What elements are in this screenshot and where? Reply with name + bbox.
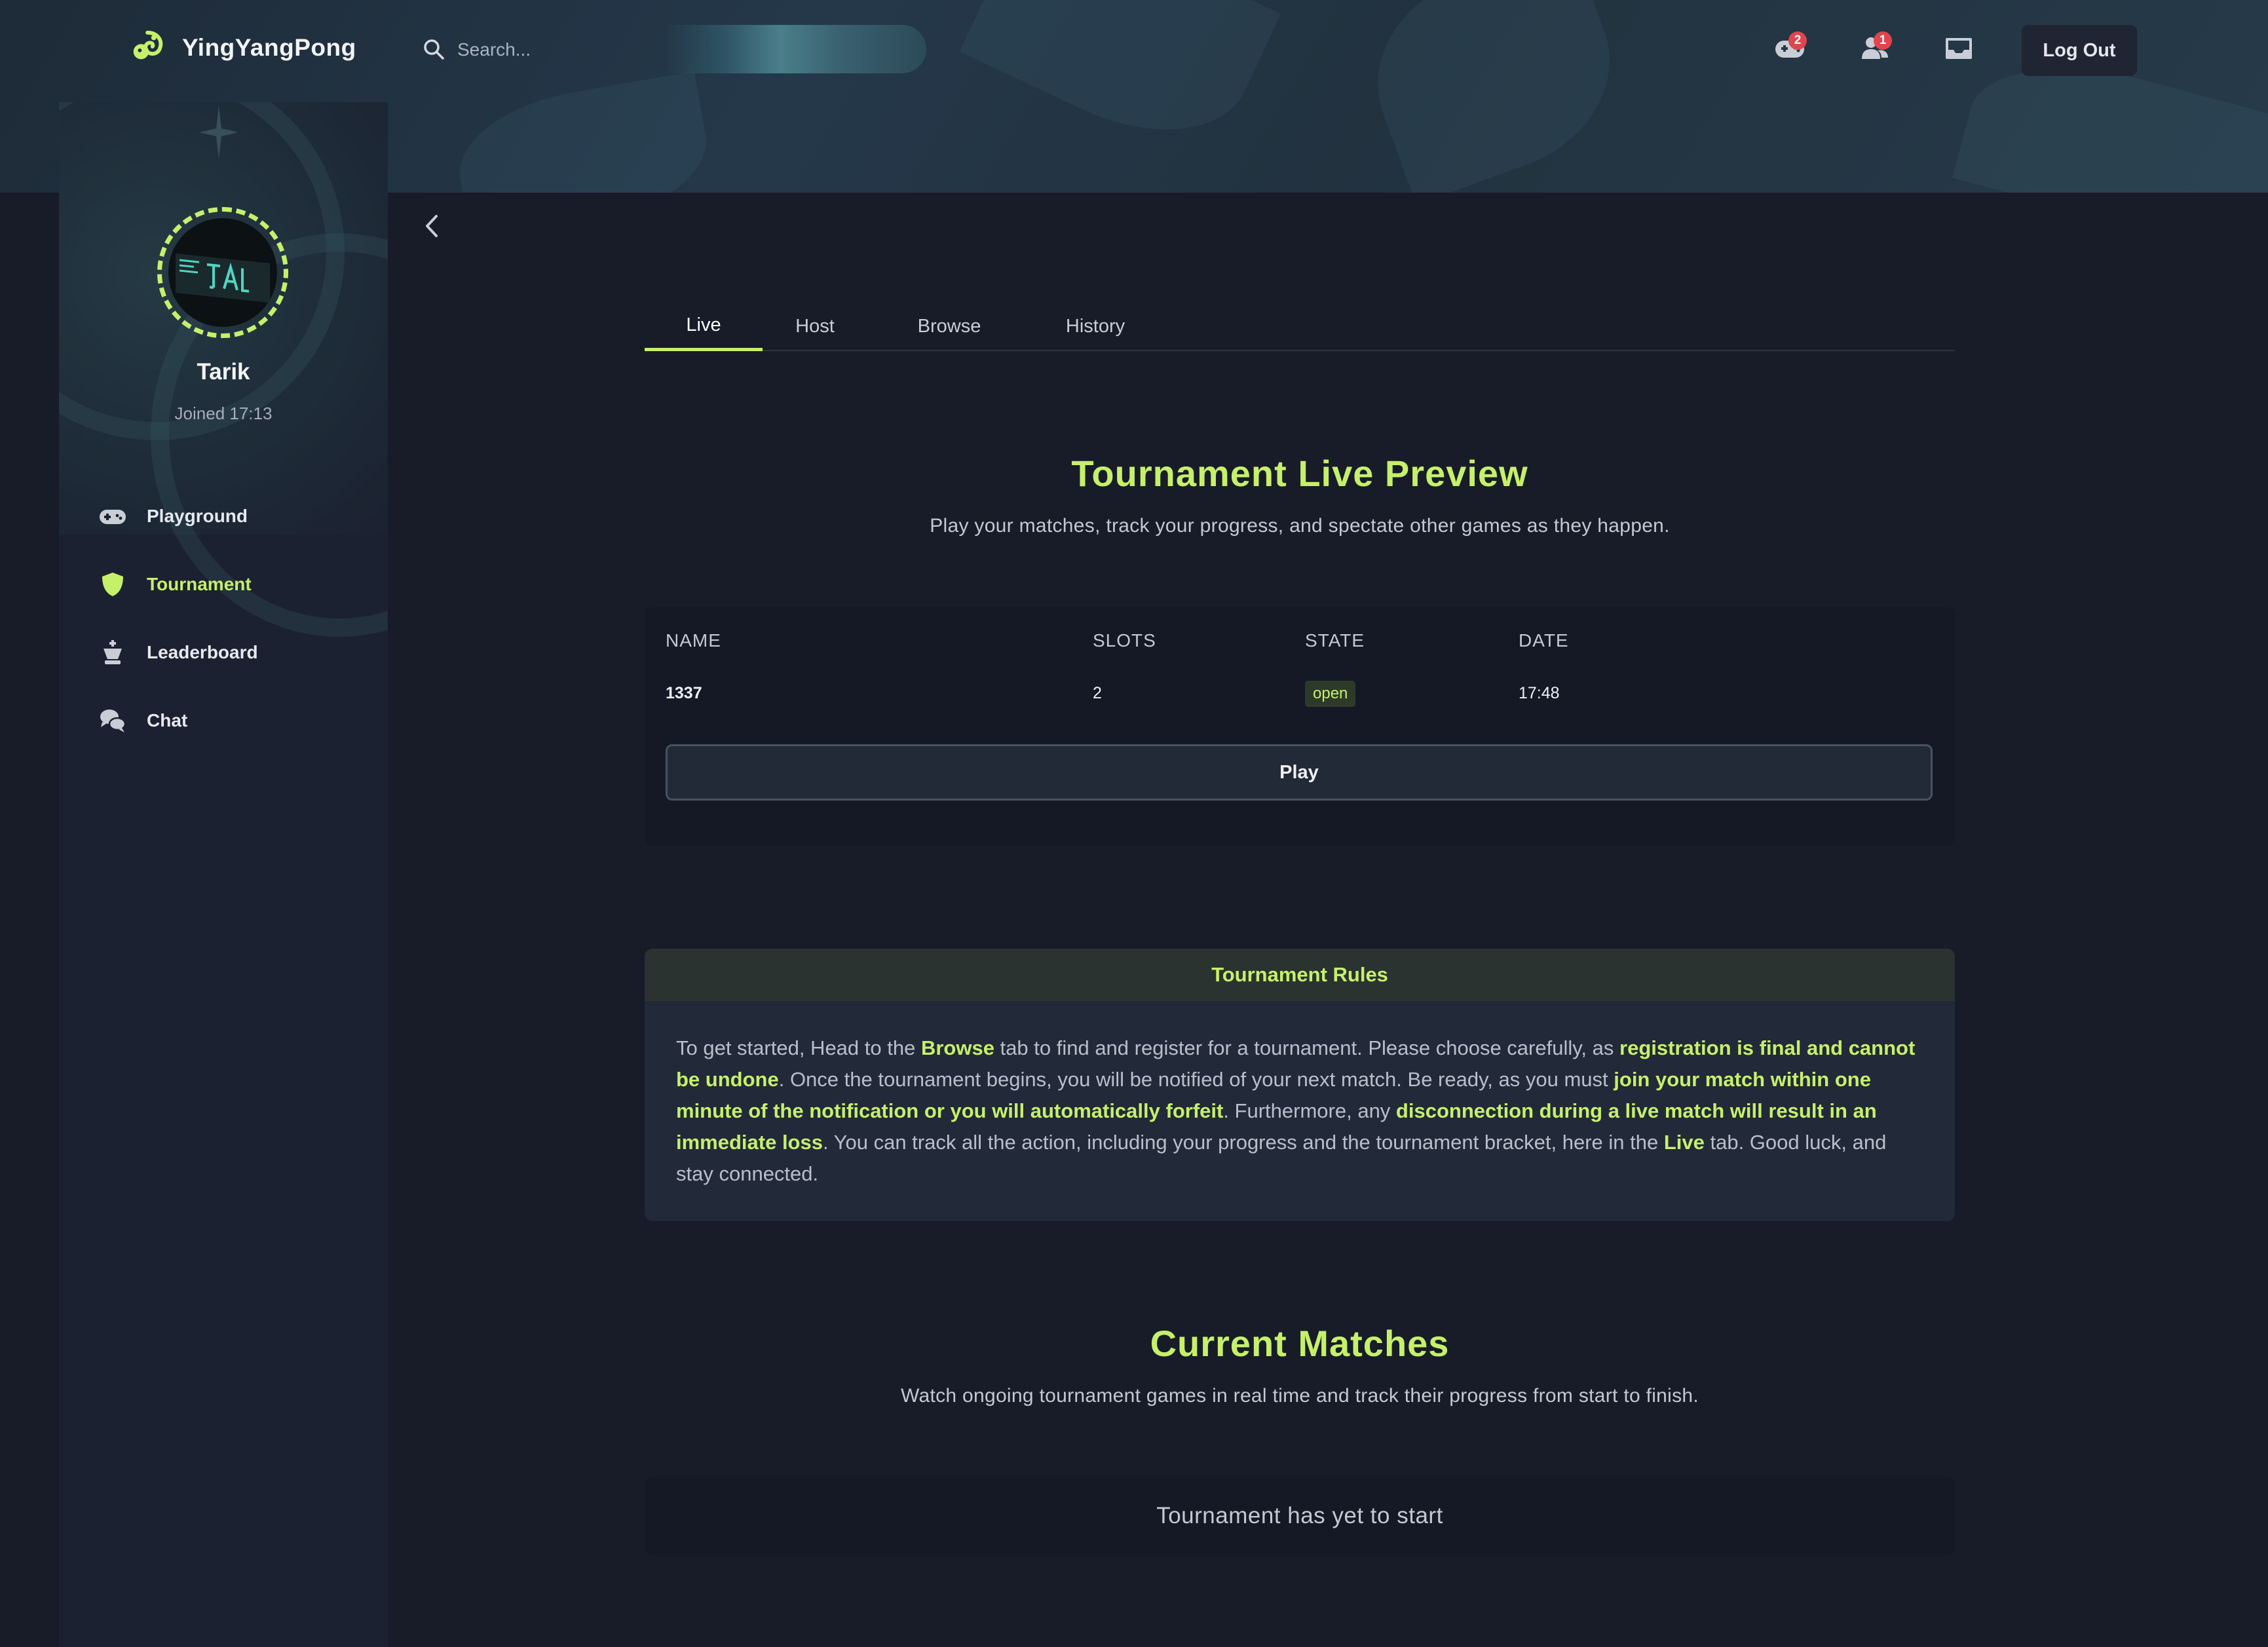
avatar-image	[168, 218, 277, 327]
sidebar-item-playground[interactable]: Playground	[98, 482, 373, 550]
notification-badge: 1	[1874, 31, 1892, 50]
logout-button[interactable]: Log Out	[2022, 25, 2137, 76]
sidebar: Tarik Joined 17:13 Playground Tournament	[59, 102, 388, 1647]
tab-live[interactable]: Live	[645, 303, 763, 351]
notification-badge: 2	[1788, 31, 1807, 50]
rules-text: To get started, Head to the Browse tab t…	[676, 1036, 1916, 1185]
live-preview-subtitle: Play your matches, track your progress, …	[930, 515, 1670, 537]
tournament-tabs: Live Host Browse History	[645, 303, 1955, 351]
current-matches-subtitle: Watch ongoing tournament games in real t…	[900, 1385, 1699, 1407]
sidebar-item-label: Playground	[147, 506, 248, 526]
tab-history[interactable]: History	[1038, 303, 1153, 350]
back-arrow-icon[interactable]	[417, 211, 447, 241]
banner-decoration	[959, 0, 1281, 168]
matches-empty-state: Tournament has yet to start	[645, 1477, 1955, 1555]
tournament-table: NAME SLOTS STATE DATE 1337 2 open 17:48 …	[645, 607, 1955, 845]
brand-name: YingYangPong	[182, 34, 356, 61]
sidebar-item-tournament[interactable]: Tournament	[98, 550, 373, 618]
tab-browse[interactable]: Browse	[894, 303, 1005, 350]
friend-requests-button[interactable]: 1	[1854, 28, 1896, 69]
inbox-icon	[1946, 38, 1972, 59]
chat-bubbles-icon	[100, 710, 126, 732]
user-joined-time: Joined 17:13	[174, 404, 273, 423]
rules-title: Tournament Rules	[645, 949, 1955, 1001]
chess-king-icon	[104, 640, 122, 664]
column-header-date: DATE	[1519, 630, 1569, 651]
game-invites-button[interactable]: 2	[1769, 28, 1811, 69]
sidebar-item-label: Chat	[147, 710, 188, 730]
status-badge: open	[1305, 681, 1356, 707]
avatar[interactable]	[157, 207, 288, 338]
play-button[interactable]: Play	[666, 744, 1933, 801]
search-icon	[424, 39, 444, 60]
banner-decoration	[449, 71, 717, 193]
sparkle-icon	[199, 106, 238, 159]
inbox-button[interactable]	[1938, 28, 1980, 69]
user-name: Tarik	[197, 359, 250, 385]
yingyang-logo-icon	[133, 30, 163, 60]
gamepad-icon	[100, 510, 126, 524]
tournament-slots: 2	[1093, 684, 1102, 702]
shield-icon	[102, 573, 123, 596]
tournament-rules-card: Tournament Rules To get started, Head to…	[645, 949, 1955, 1221]
sidebar-item-label: Tournament	[147, 574, 252, 594]
search-bar[interactable]	[402, 25, 926, 73]
column-header-state: STATE	[1305, 630, 1365, 651]
column-header-slots: SLOTS	[1093, 630, 1156, 651]
avatar-terminal-icon	[170, 220, 275, 325]
banner-decoration	[1349, 0, 1638, 193]
tournament-name: 1337	[666, 684, 702, 702]
tab-host[interactable]: Host	[776, 303, 854, 350]
sidebar-item-label: Leaderboard	[147, 642, 258, 662]
column-header-name: NAME	[666, 630, 721, 651]
tournament-date: 17:48	[1519, 684, 1560, 702]
brand[interactable]: YingYangPong	[128, 26, 356, 69]
sidebar-menu: Playground Tournament Leaderboard Chat	[98, 482, 373, 755]
sidebar-item-leaderboard[interactable]: Leaderboard	[98, 618, 373, 687]
current-matches-title: Current Matches	[1150, 1323, 1450, 1364]
live-preview-title: Tournament Live Preview	[1071, 453, 1528, 494]
search-input[interactable]	[456, 34, 734, 66]
sidebar-item-chat[interactable]: Chat	[98, 687, 373, 755]
